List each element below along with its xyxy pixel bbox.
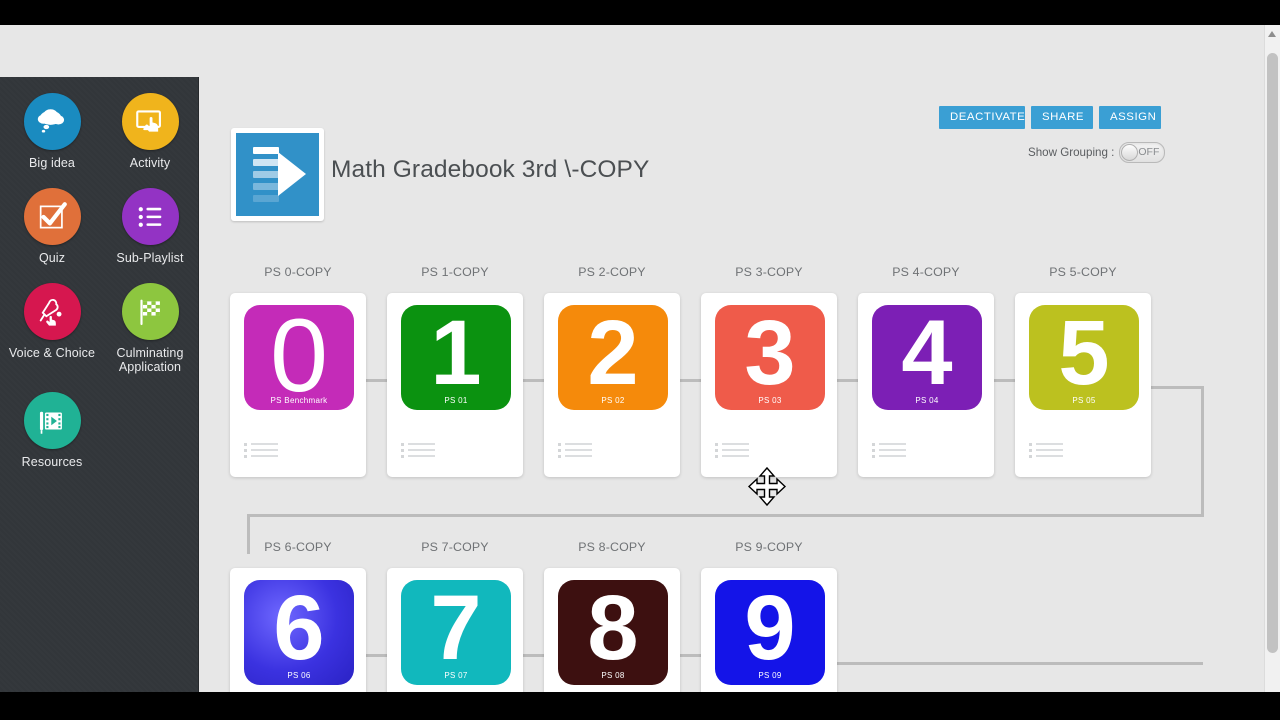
microphone-hand-icon — [39, 298, 62, 326]
monitor-hand-icon — [136, 109, 161, 132]
node-subtitle: PS 05 — [1072, 396, 1096, 405]
sidebar-item-label: Resources — [21, 455, 83, 469]
node-label: PS 3-COPY — [735, 265, 803, 279]
node-tile[interactable]: 5 PS 05 — [1029, 305, 1139, 410]
sidebar-item-label: Quiz — [38, 251, 66, 265]
node-card[interactable]: 4 PS 04 — [858, 293, 994, 477]
node-label: PS 9-COPY — [735, 540, 803, 554]
node-tile[interactable]: 0 PS Benchmark — [244, 305, 354, 410]
node-digit: 4 — [901, 305, 953, 404]
node-card[interactable]: 7 PS 07 — [387, 568, 523, 692]
checkered-flag-icon — [140, 299, 160, 325]
sidebar-item-big-idea[interactable]: Big idea — [6, 93, 98, 170]
node-tile[interactable]: 4 PS 04 — [872, 305, 982, 410]
bullet-list-icon — [138, 206, 162, 227]
node-tile[interactable]: 8 PS 08 — [558, 580, 668, 685]
sidebar-item-sub-playlist[interactable]: Sub-Playlist — [104, 188, 196, 265]
node-card[interactable]: 1 PS 01 — [387, 293, 523, 477]
bullet-list-icon[interactable] — [1029, 441, 1065, 459]
node-subtitle: PS 01 — [444, 396, 468, 405]
node-card[interactable]: 5 PS 05 — [1015, 293, 1151, 477]
node-digit: 2 — [587, 305, 639, 404]
node-subtitle: PS 04 — [915, 396, 939, 405]
node-tile[interactable]: 3 PS 03 — [715, 305, 825, 410]
node-subtitle: PS 06 — [287, 671, 311, 680]
connector-wrap-top — [1144, 386, 1204, 389]
connector-wrap-right — [1201, 386, 1204, 517]
sidebar-item-quiz[interactable]: Quiz — [6, 188, 98, 265]
monitor-hand-icon[interactable] — [121, 93, 179, 150]
scrollbar-thumb[interactable] — [1267, 53, 1278, 653]
sidebar-item-label: Culminating Application — [116, 346, 184, 374]
application-page: Big idea Activity Quiz Sub-Playlist Voic… — [0, 25, 1280, 692]
sidebar-item-label: Activity — [129, 156, 171, 170]
letterbox-bottom — [0, 692, 1280, 720]
node-subtitle: PS 03 — [758, 396, 782, 405]
node-card[interactable]: 0 PS Benchmark — [230, 293, 366, 477]
node-subtitle: PS 09 — [758, 671, 782, 680]
node-label: PS 1-COPY — [421, 265, 489, 279]
screen: Big idea Activity Quiz Sub-Playlist Voic… — [0, 0, 1280, 720]
sidebar-item-label: Sub-Playlist — [116, 251, 184, 265]
node-card[interactable]: 6 PS 06 — [230, 568, 366, 692]
move-cursor-icon — [747, 466, 787, 507]
media-film-mic-icon — [39, 411, 62, 434]
vertical-scrollbar[interactable] — [1264, 25, 1280, 692]
node-card[interactable]: 8 PS 08 — [544, 568, 680, 692]
checkbox-check-icon[interactable] — [23, 188, 81, 245]
sidebar-item-resources[interactable]: Resources — [6, 392, 98, 469]
thought-cloud-icon — [37, 108, 65, 133]
thought-cloud-icon[interactable] — [23, 93, 81, 150]
node-tile[interactable]: 7 PS 07 — [401, 580, 511, 685]
node-card[interactable]: 2 PS 02 — [544, 293, 680, 477]
node-subtitle: PS Benchmark — [270, 396, 328, 405]
connector-wrap-bottom — [247, 514, 1204, 517]
sidebar-item-culminating-application[interactable]: Culminating Application — [104, 283, 196, 374]
node-tile[interactable]: 9 PS 09 — [715, 580, 825, 685]
tool-grid: Big idea Activity Quiz Sub-Playlist Voic… — [0, 93, 198, 487]
scroll-up-arrow-icon[interactable] — [1268, 31, 1276, 37]
sidebar-item-activity[interactable]: Activity — [104, 93, 196, 170]
bullet-list-icon[interactable] — [244, 441, 280, 459]
node-digit: 8 — [587, 580, 639, 679]
node-digit: 3 — [744, 305, 796, 404]
node-label: PS 8-COPY — [578, 540, 646, 554]
bullet-list-icon[interactable] — [872, 441, 908, 459]
node-digit: 6 — [273, 580, 325, 679]
node-card[interactable]: 9 PS 09 — [701, 568, 837, 692]
tool-sidebar: Big idea Activity Quiz Sub-Playlist Voic… — [0, 77, 199, 692]
sidebar-item-label: Voice & Choice — [8, 346, 96, 360]
media-film-mic-icon[interactable] — [23, 392, 81, 449]
node-label: PS 2-COPY — [578, 265, 646, 279]
bullet-list-icon[interactable] — [715, 441, 751, 459]
node-label: PS 5-COPY — [1049, 265, 1117, 279]
sidebar-item-label: Big idea — [29, 156, 75, 170]
checkbox-check-icon — [39, 201, 67, 228]
node-tile[interactable]: 2 PS 02 — [558, 305, 668, 410]
bullet-list-icon[interactable] — [558, 441, 594, 459]
node-card[interactable]: 3 PS 03 — [701, 293, 837, 477]
node-digit: 7 — [430, 580, 482, 679]
node-label: PS 4-COPY — [892, 265, 960, 279]
node-label: PS 7-COPY — [421, 540, 489, 554]
node-tile[interactable]: 6 PS 06 — [244, 580, 354, 685]
letterbox-top — [0, 0, 1280, 25]
bullet-list-icon[interactable] — [401, 441, 437, 459]
node-digit: 9 — [744, 580, 796, 679]
bullet-list-icon[interactable] — [121, 188, 179, 245]
microphone-hand-icon[interactable] — [23, 283, 81, 340]
node-label: PS 6-COPY — [264, 540, 332, 554]
node-digit: 0 — [270, 305, 328, 410]
sidebar-item-voice-choice[interactable]: Voice & Choice — [6, 283, 98, 374]
node-digit: 1 — [430, 305, 482, 404]
node-label: PS 0-COPY — [264, 265, 332, 279]
checkered-flag-icon[interactable] — [121, 283, 179, 340]
node-subtitle: PS 08 — [601, 671, 625, 680]
node-subtitle: PS 07 — [444, 671, 468, 680]
node-digit: 5 — [1058, 305, 1110, 404]
connector-tail — [830, 662, 1203, 665]
node-tile[interactable]: 1 PS 01 — [401, 305, 511, 410]
playlist-canvas: PS 0-COPY 0 PS Benchmark PS 1-COPY 1 PS … — [199, 25, 1265, 692]
node-subtitle: PS 02 — [601, 396, 625, 405]
